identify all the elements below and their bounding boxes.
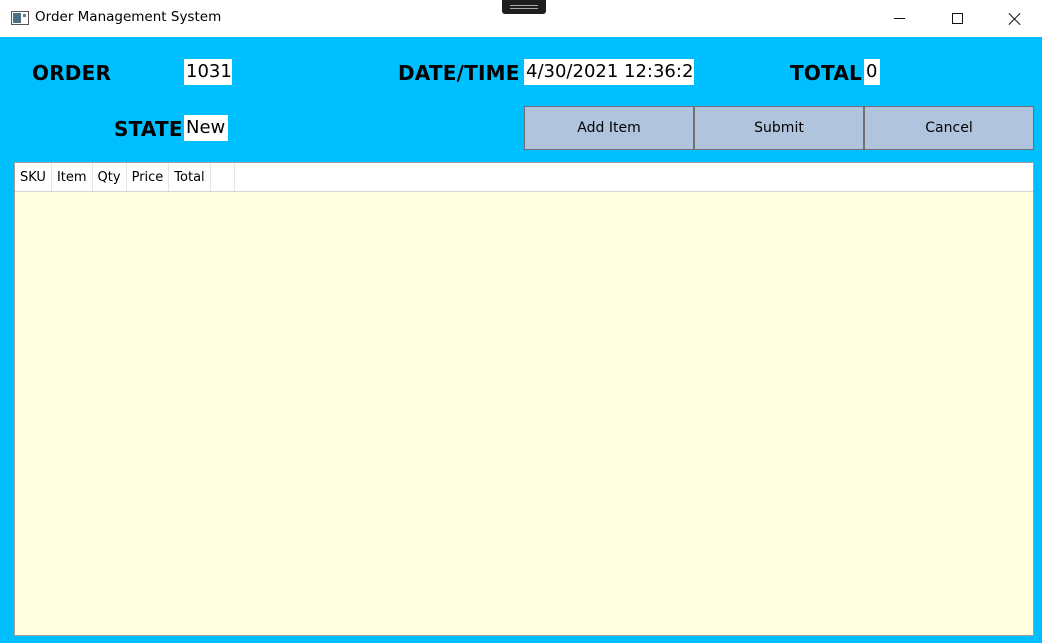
- main-content: ORDER 1031 DATE/TIME 4/30/2021 12:36:20 …: [0, 37, 1042, 643]
- column-header-item[interactable]: Item: [52, 163, 93, 191]
- total-field[interactable]: 0: [864, 59, 880, 85]
- column-header-price[interactable]: Price: [127, 163, 170, 191]
- minimize-icon: [893, 18, 905, 19]
- drag-handle[interactable]: [502, 0, 546, 14]
- maximize-button[interactable]: [928, 0, 986, 37]
- total-label: TOTAL: [790, 61, 862, 85]
- grid-header: SKU Item Qty Price Total: [15, 163, 1033, 192]
- column-header-filler: [211, 163, 235, 191]
- window-title: Order Management System: [35, 9, 222, 25]
- datetime-field[interactable]: 4/30/2021 12:36:20: [524, 59, 694, 85]
- state-field[interactable]: New: [184, 115, 228, 141]
- submit-button[interactable]: Submit: [694, 106, 864, 150]
- minimize-button[interactable]: [870, 0, 928, 37]
- state-label: STATE: [114, 117, 183, 141]
- datetime-label: DATE/TIME: [398, 61, 520, 85]
- order-number-field[interactable]: 1031: [184, 59, 232, 85]
- app-window-icon: [11, 11, 29, 25]
- column-header-qty[interactable]: Qty: [93, 163, 127, 191]
- maximize-icon: [951, 13, 963, 24]
- order-items-grid[interactable]: SKU Item Qty Price Total: [14, 162, 1034, 636]
- close-button[interactable]: [986, 0, 1042, 37]
- close-icon: [1008, 12, 1022, 26]
- order-label: ORDER: [32, 61, 112, 85]
- column-header-sku[interactable]: SKU: [15, 163, 52, 191]
- add-item-button[interactable]: Add Item: [524, 106, 694, 150]
- column-header-total[interactable]: Total: [169, 163, 211, 191]
- cancel-button[interactable]: Cancel: [864, 106, 1034, 150]
- title-bar[interactable]: Order Management System: [0, 0, 1042, 37]
